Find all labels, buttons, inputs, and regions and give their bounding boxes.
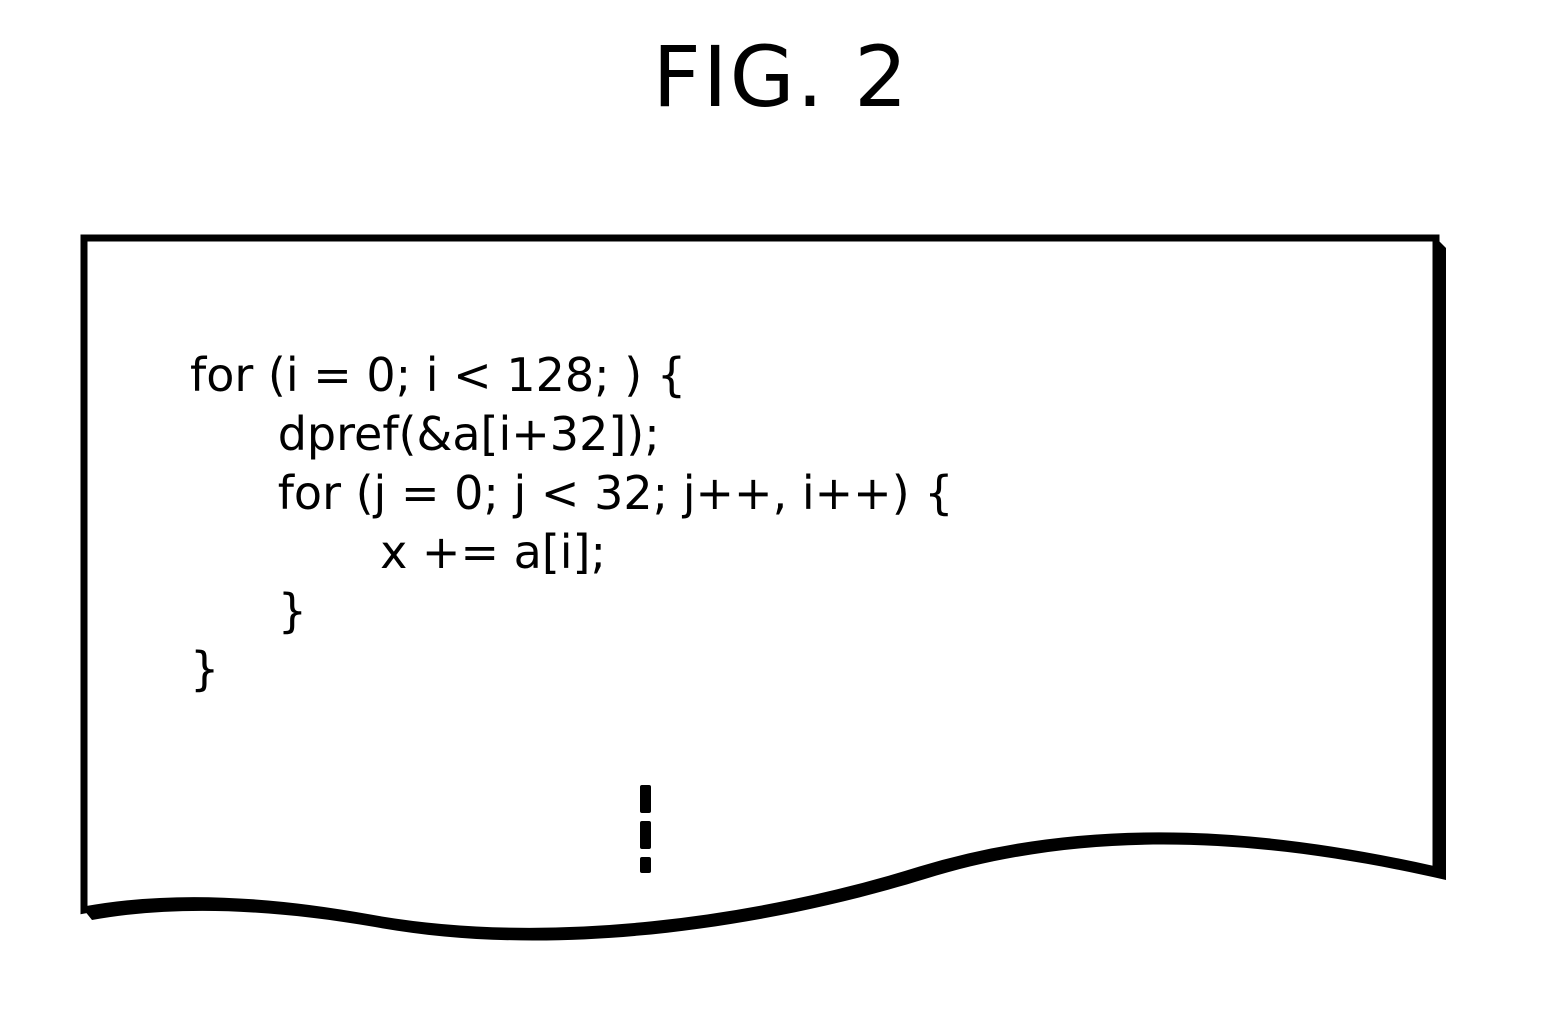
figure-canvas: FIG. 2 for (i = 0; i < 128; ) { dpref(&a… xyxy=(0,0,1562,1035)
code-line-2: dpref(&a[i+32]); xyxy=(190,407,660,461)
figure-title: FIG. 2 xyxy=(0,28,1562,126)
code-frame: for (i = 0; i < 128; ) { dpref(&a[i+32])… xyxy=(70,230,1450,950)
code-line-6: } xyxy=(190,642,219,696)
code-block: for (i = 0; i < 128; ) { dpref(&a[i+32])… xyxy=(190,346,954,699)
code-line-3: for (j = 0; j < 32; j++, i++) { xyxy=(190,466,954,520)
code-line-5: } xyxy=(190,584,307,638)
vertical-ellipsis-icon xyxy=(630,785,660,881)
code-line-4: x += a[i]; xyxy=(190,525,606,579)
code-line-1: for (i = 0; i < 128; ) { xyxy=(190,348,686,402)
